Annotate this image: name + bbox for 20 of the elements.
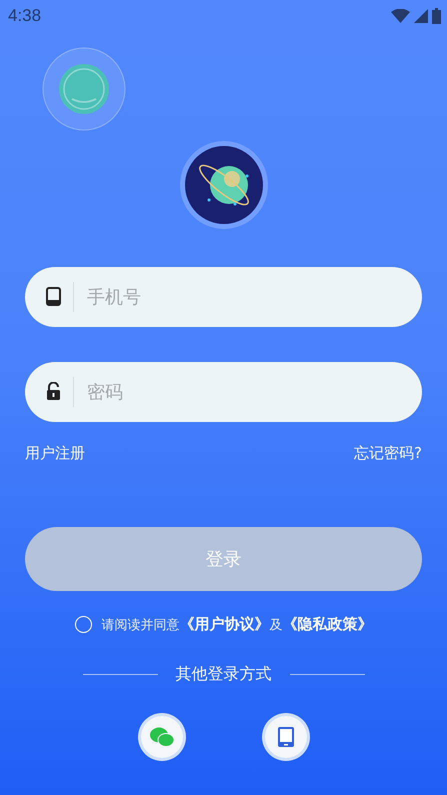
privacy-policy-link[interactable]: 《隐私政策》 bbox=[282, 615, 372, 633]
wifi-icon bbox=[391, 9, 410, 23]
user-agreement-link[interactable]: 《用户协议》 bbox=[180, 615, 270, 633]
phone-field[interactable]: 手机号 bbox=[25, 267, 422, 327]
status-time: 4:38 bbox=[8, 6, 42, 26]
planet-logo-icon bbox=[179, 140, 269, 230]
signal-icon bbox=[414, 9, 428, 23]
other-login-title: 其他登录方式 bbox=[176, 664, 272, 685]
agree-radio[interactable] bbox=[74, 616, 92, 633]
agreement-text: 请阅读并同意《用户协议》及《隐私政策》 bbox=[102, 615, 372, 634]
tablet-icon bbox=[276, 726, 294, 748]
phone-login-button[interactable] bbox=[262, 713, 310, 761]
register-link[interactable]: 用户注册 bbox=[25, 444, 85, 463]
forgot-password-link[interactable]: 忘记密码? bbox=[354, 444, 422, 463]
battery-icon bbox=[432, 8, 441, 24]
wechat-login-button[interactable] bbox=[138, 713, 186, 761]
lock-icon bbox=[46, 382, 61, 401]
chat-bubbles-icon bbox=[148, 726, 174, 748]
password-field[interactable]: 密码 bbox=[25, 362, 422, 422]
phone-icon bbox=[46, 287, 61, 306]
